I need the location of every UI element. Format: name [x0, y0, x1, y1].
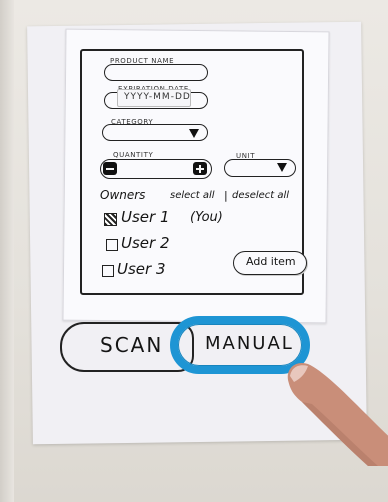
minus-icon: [106, 168, 114, 170]
user-1-checkbox[interactable]: [104, 213, 117, 226]
user-2-checkbox[interactable]: [106, 239, 118, 251]
manual-label: MANUAL: [205, 333, 294, 354]
quantity-label: Quantity: [113, 151, 154, 159]
chevron-down-icon: [189, 129, 199, 138]
product-name-input[interactable]: [104, 64, 208, 81]
expiration-date-placeholder: YYYY-MM-DD: [124, 92, 191, 102]
table-edge: [0, 0, 14, 502]
user-3-label: User 3: [117, 260, 166, 278]
add-item-label: Add item: [246, 255, 296, 268]
user-2-label: User 2: [121, 234, 170, 252]
pointing-finger: [287, 363, 388, 466]
scan-label: SCAN: [100, 333, 164, 357]
owners-title: Owners: [100, 188, 146, 202]
chevron-down-icon: [277, 163, 287, 172]
photo-scene: Product Name Expiration Date YYYY-MM-DD …: [0, 0, 388, 502]
user-1-label: User 1: [121, 208, 170, 226]
deselect-all-link[interactable]: deselect all: [232, 190, 289, 201]
plus-icon-stem: [199, 165, 201, 173]
owners-separator: |: [224, 189, 228, 202]
select-all-link[interactable]: select all: [170, 190, 215, 201]
user-1-you-note: (You): [190, 210, 223, 225]
user-3-checkbox[interactable]: [102, 265, 114, 277]
